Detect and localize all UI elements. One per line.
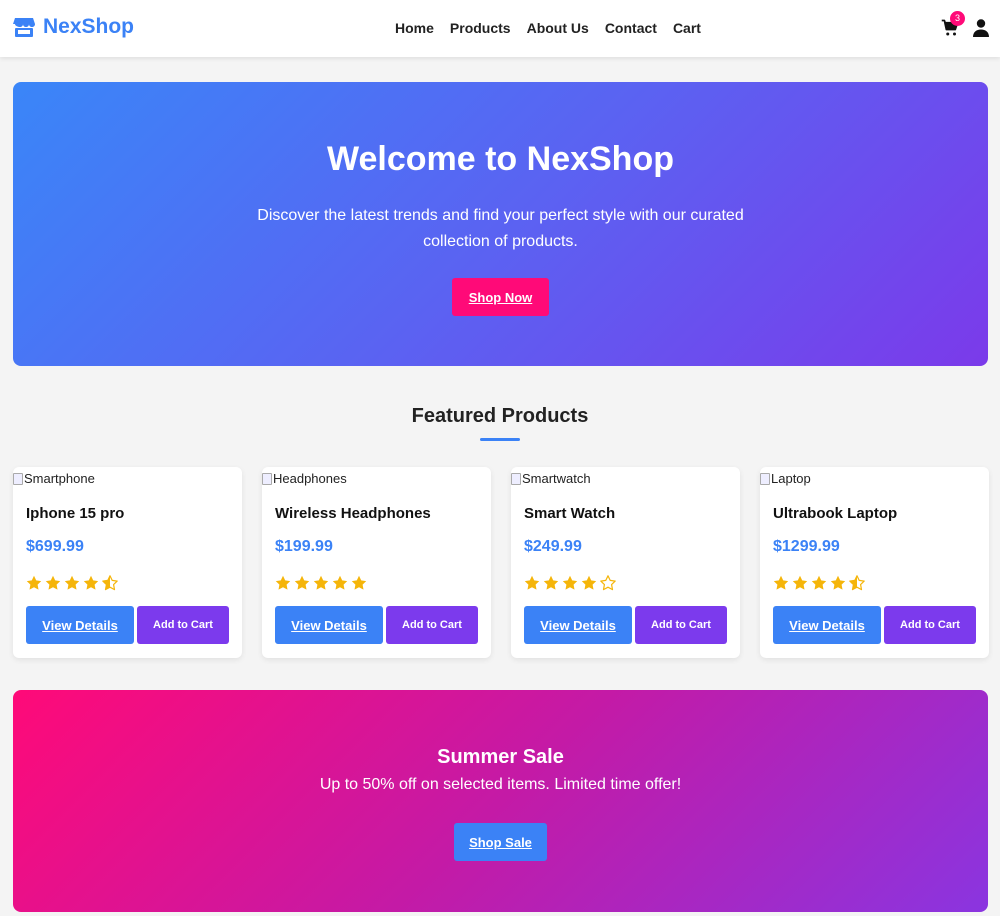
product-card: Headphones Wireless Headphones $199.99 V… [262,467,491,658]
sale-subtitle: Up to 50% off on selected items. Limited… [319,776,682,793]
star-full-icon [83,575,99,590]
view-details-button[interactable]: View Details [26,606,134,644]
nav-link-about-us[interactable]: About Us [527,20,589,36]
add-to-cart-button[interactable]: Add to Cart [884,606,976,644]
main-nav: Home Products About Us Contact Cart [395,20,701,36]
product-image-alt: Laptop [771,471,811,486]
product-name: Iphone 15 pro [26,505,125,522]
product-name: Wireless Headphones [275,505,431,522]
broken-image-icon [511,472,521,485]
star-full-icon [524,575,540,590]
product-image: Headphones [262,471,347,486]
section-title-underline [480,438,520,441]
star-full-icon [26,575,42,590]
product-rating [524,575,616,591]
cart-count-badge: 3 [950,11,965,26]
shopping-cart-icon [941,19,959,41]
product-price: $1299.99 [773,538,840,555]
navbar: NexShop Home Products About Us Contact C… [0,0,1000,57]
product-image: Laptop [760,471,811,486]
store-icon [13,17,35,37]
product-image-alt: Headphones [273,471,347,486]
brand-name: NexShop [43,15,135,38]
product-rating [773,575,865,591]
star-half-icon [849,575,865,591]
featured-products-title: Featured Products [411,405,589,427]
product-card: Smartphone Iphone 15 pro $699.99 View De… [13,467,242,658]
star-full-icon [64,575,80,590]
add-to-cart-button[interactable]: Add to Cart [635,606,727,644]
star-full-icon [351,575,367,590]
star-full-icon [313,575,329,590]
star-full-icon [562,575,578,590]
star-full-icon [830,575,846,590]
product-price: $699.99 [26,538,84,555]
product-rating [275,575,367,591]
hero-banner: Welcome to NexShop Discover the latest t… [13,82,988,366]
product-price: $199.99 [275,538,333,555]
star-full-icon [332,575,348,590]
star-half-icon [102,575,118,591]
star-empty-icon [600,575,616,591]
product-image: Smartwatch [511,471,591,486]
hero-title: Welcome to NexShop [327,140,674,178]
nav-link-products[interactable]: Products [450,20,511,36]
add-to-cart-button[interactable]: Add to Cart [386,606,478,644]
star-full-icon [543,575,559,590]
logo[interactable]: NexShop [13,15,134,39]
star-full-icon [275,575,291,590]
star-full-icon [811,575,827,590]
user-icon[interactable] [973,19,989,42]
star-full-icon [581,575,597,590]
summer-sale-banner: Summer Sale Up to 50% off on selected it… [13,690,988,912]
product-name: Smart Watch [524,505,616,522]
sale-title: Summer Sale [437,746,564,768]
cart-button[interactable]: 3 [941,11,965,41]
product-card: Smartwatch Smart Watch $249.99 View Deta… [511,467,740,658]
product-rating [26,575,118,591]
product-image-alt: Smartphone [24,471,95,486]
hero-subtitle: Discover the latest trends and find your… [257,207,744,250]
broken-image-icon [760,472,770,485]
add-to-cart-button[interactable]: Add to Cart [137,606,229,644]
product-name: Ultrabook Laptop [773,505,898,522]
nav-link-home[interactable]: Home [395,20,434,36]
product-card: Laptop Ultrabook Laptop $1299.99 View De… [760,467,989,658]
shop-sale-button[interactable]: Shop Sale [454,823,547,861]
view-details-button[interactable]: View Details [773,606,881,644]
product-price: $249.99 [524,538,582,555]
product-image-alt: Smartwatch [522,471,591,486]
nav-link-contact[interactable]: Contact [605,20,657,36]
nav-link-cart[interactable]: Cart [673,20,701,36]
star-full-icon [792,575,808,590]
star-full-icon [294,575,310,590]
broken-image-icon [262,472,272,485]
view-details-button[interactable]: View Details [524,606,632,644]
star-full-icon [45,575,61,590]
broken-image-icon [13,472,23,485]
star-full-icon [773,575,789,590]
product-image: Smartphone [13,471,95,486]
shop-now-button[interactable]: Shop Now [452,278,549,316]
view-details-button[interactable]: View Details [275,606,383,644]
